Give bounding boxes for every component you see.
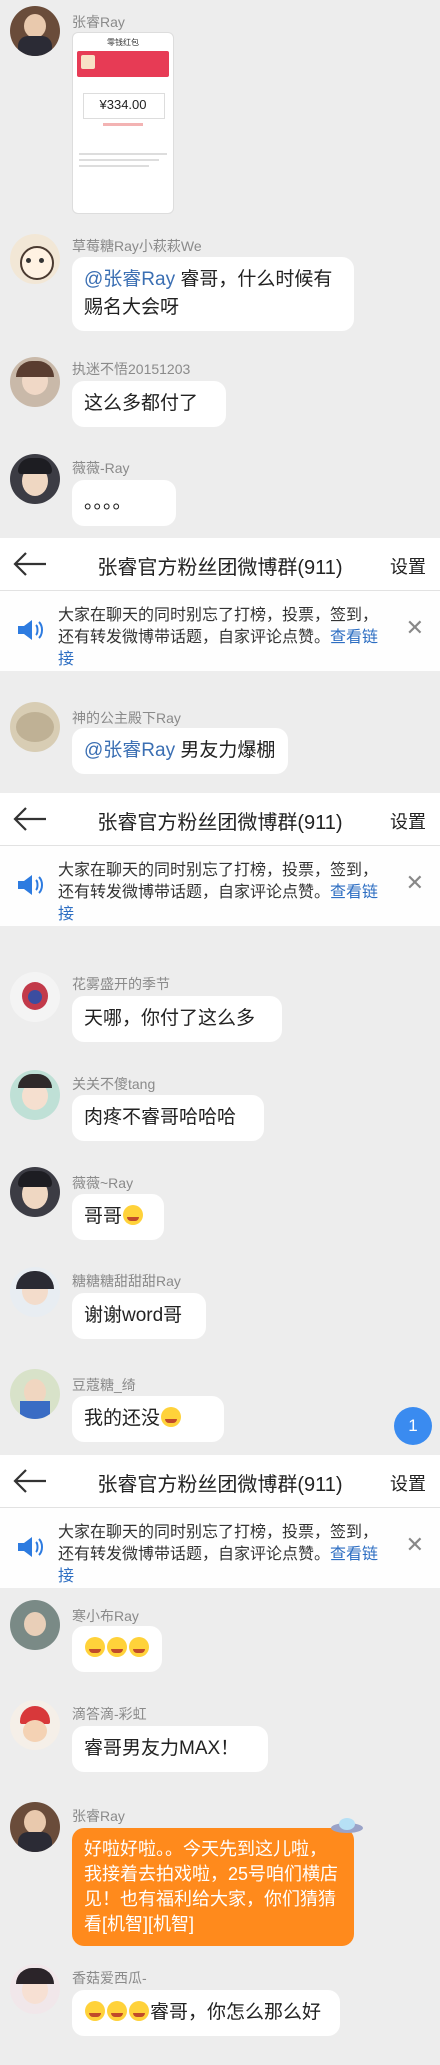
speaker-icon <box>18 620 43 640</box>
message-bubble[interactable] <box>72 1626 162 1672</box>
chat-header: 张睿官方粉丝团微博群(911) 设置 <box>0 793 440 846</box>
close-icon[interactable]: ✕ <box>406 1532 424 1558</box>
sender-name: 寒小布Ray <box>72 1608 139 1624</box>
close-icon[interactable]: ✕ <box>406 870 424 896</box>
avatar[interactable] <box>10 234 60 284</box>
message-text: 谢谢word哥 <box>84 1305 183 1326</box>
group-notice: 大家在聊天的同时别忘了打榜，投票，签到，还有转发微博带话题，自家评论点赞。查看链… <box>0 846 440 926</box>
sender-name: 神的公主殿下Ray <box>72 710 181 726</box>
message-text: 这么多都付了 <box>84 393 199 414</box>
message-text: 男友力爆棚 <box>175 740 276 761</box>
emoji-icon <box>107 1637 127 1657</box>
sender-name: 草莓糖Ray小萩萩We <box>72 238 202 254</box>
settings-button[interactable]: 设置 <box>390 1470 426 1496</box>
emoji-icon <box>129 1637 149 1657</box>
sender-name: 滴答滴-彩虹 <box>72 1706 147 1722</box>
message-text: 肉疼不睿哥哈哈哈 <box>84 1107 237 1128</box>
shared-image[interactable]: 零钱红包 ¥334.00 <box>72 32 174 214</box>
group-notice: 大家在聊天的同时别忘了打榜，投票，签到，还有转发微博带话题，自家评论点赞。查看链… <box>0 591 440 671</box>
emoji-icon <box>85 2001 105 2021</box>
emoji-icon <box>123 1205 144 1225</box>
message-bubble[interactable]: 。。。。 <box>72 480 176 526</box>
mention-link[interactable]: @张睿Ray <box>84 740 175 761</box>
chat-header: 张睿官方粉丝团微博群(911) 设置 <box>0 1455 440 1508</box>
message-bubble[interactable]: 这么多都付了 <box>72 381 226 427</box>
sender-name: 香菇爱西瓜- <box>72 1970 147 1986</box>
message-text: 睿哥男友力MAX！ <box>84 1738 240 1759</box>
avatar[interactable] <box>10 1600 60 1650</box>
avatar[interactable] <box>10 1369 60 1419</box>
speaker-icon <box>18 1537 43 1557</box>
emoji-icon <box>107 2001 127 2021</box>
message-bubble[interactable]: 天哪，你付了这么多 <box>72 996 282 1042</box>
emoji-icon <box>85 1637 105 1657</box>
group-title: 张睿官方粉丝团微博群(911) <box>97 1474 343 1496</box>
message-bubble[interactable]: 睿哥男友力MAX！ <box>72 1726 268 1772</box>
sender-name: 花雾盛开的季节 <box>72 976 170 992</box>
unread-badge[interactable]: 1 <box>394 1407 432 1445</box>
message-text: 哥哥 <box>84 1206 123 1227</box>
message-bubble[interactable]: 谢谢word哥 <box>72 1293 206 1339</box>
chat-header: 张睿官方粉丝团微博群(911) 设置 <box>0 538 440 591</box>
message-bubble[interactable]: @张睿Ray 男友力爆棚 <box>72 728 288 774</box>
sender-name: 薇薇-Ray <box>72 460 130 476</box>
speaker-icon <box>18 875 43 895</box>
payment-card-header: 零钱红包 <box>107 38 139 47</box>
ufo-icon <box>331 1818 363 1833</box>
avatar[interactable] <box>10 1700 60 1750</box>
sender-name: 豆蔻糖_绮 <box>72 1377 136 1393</box>
avatar[interactable] <box>10 6 60 56</box>
message-bubble[interactable]: 睿哥，你怎么那么好 <box>72 1990 340 2036</box>
avatar[interactable] <box>10 702 60 752</box>
message-text: 。。。。 <box>84 492 132 513</box>
message-bubble[interactable]: @张睿Ray 睿哥，什么时候有赐名大会呀 <box>72 257 354 331</box>
mention-link[interactable]: @张睿Ray <box>84 269 175 290</box>
avatar[interactable] <box>10 1964 60 2014</box>
avatar[interactable] <box>10 454 60 504</box>
avatar[interactable] <box>10 1167 60 1217</box>
emoji-icon <box>129 2001 149 2021</box>
settings-button[interactable]: 设置 <box>390 553 426 579</box>
sender-name: 执迷不悟20151203 <box>72 361 191 377</box>
message-text: 我的还没 <box>84 1408 161 1429</box>
group-title: 张睿官方粉丝团微博群(911) <box>97 812 343 834</box>
message-bubble[interactable]: 肉疼不睿哥哈哈哈 <box>72 1095 264 1141</box>
close-icon[interactable]: ✕ <box>406 615 424 641</box>
message-bubble[interactable]: 好啦好啦。。今天先到这儿啦，我接着去拍戏啦，25号咱们横店见！也有福利给大家，你… <box>72 1828 354 1946</box>
sender-name: 糖糖糖甜甜甜Ray <box>72 1273 181 1289</box>
avatar[interactable] <box>10 1070 60 1120</box>
sender-name: 关关不傻tang <box>72 1076 156 1092</box>
message-bubble[interactable]: 哥哥 <box>72 1194 164 1240</box>
sender-name: 张睿Ray <box>72 1808 125 1824</box>
avatar[interactable] <box>10 1802 60 1852</box>
message-text: 睿哥，你怎么那么好 <box>150 2002 322 2023</box>
group-title: 张睿官方粉丝团微博群(911) <box>97 557 343 579</box>
emoji-icon <box>161 1407 182 1427</box>
message-text: 好啦好啦。。今天先到这儿啦，我接着去拍戏啦，25号咱们横店见！也有福利给大家，你… <box>84 1839 339 1934</box>
avatar[interactable] <box>10 357 60 407</box>
avatar[interactable] <box>10 1267 60 1317</box>
message-text: 天哪，你付了这么多 <box>84 1008 256 1029</box>
settings-button[interactable]: 设置 <box>390 808 426 834</box>
sender-name: 薇薇~Ray <box>72 1175 134 1191</box>
message-bubble[interactable]: 我的还没 <box>72 1396 224 1442</box>
group-notice: 大家在聊天的同时别忘了打榜，投票，签到，还有转发微博带话题，自家评论点赞。查看链… <box>0 1508 440 1588</box>
avatar[interactable] <box>10 972 60 1022</box>
sender-name: 张睿Ray <box>72 14 125 30</box>
